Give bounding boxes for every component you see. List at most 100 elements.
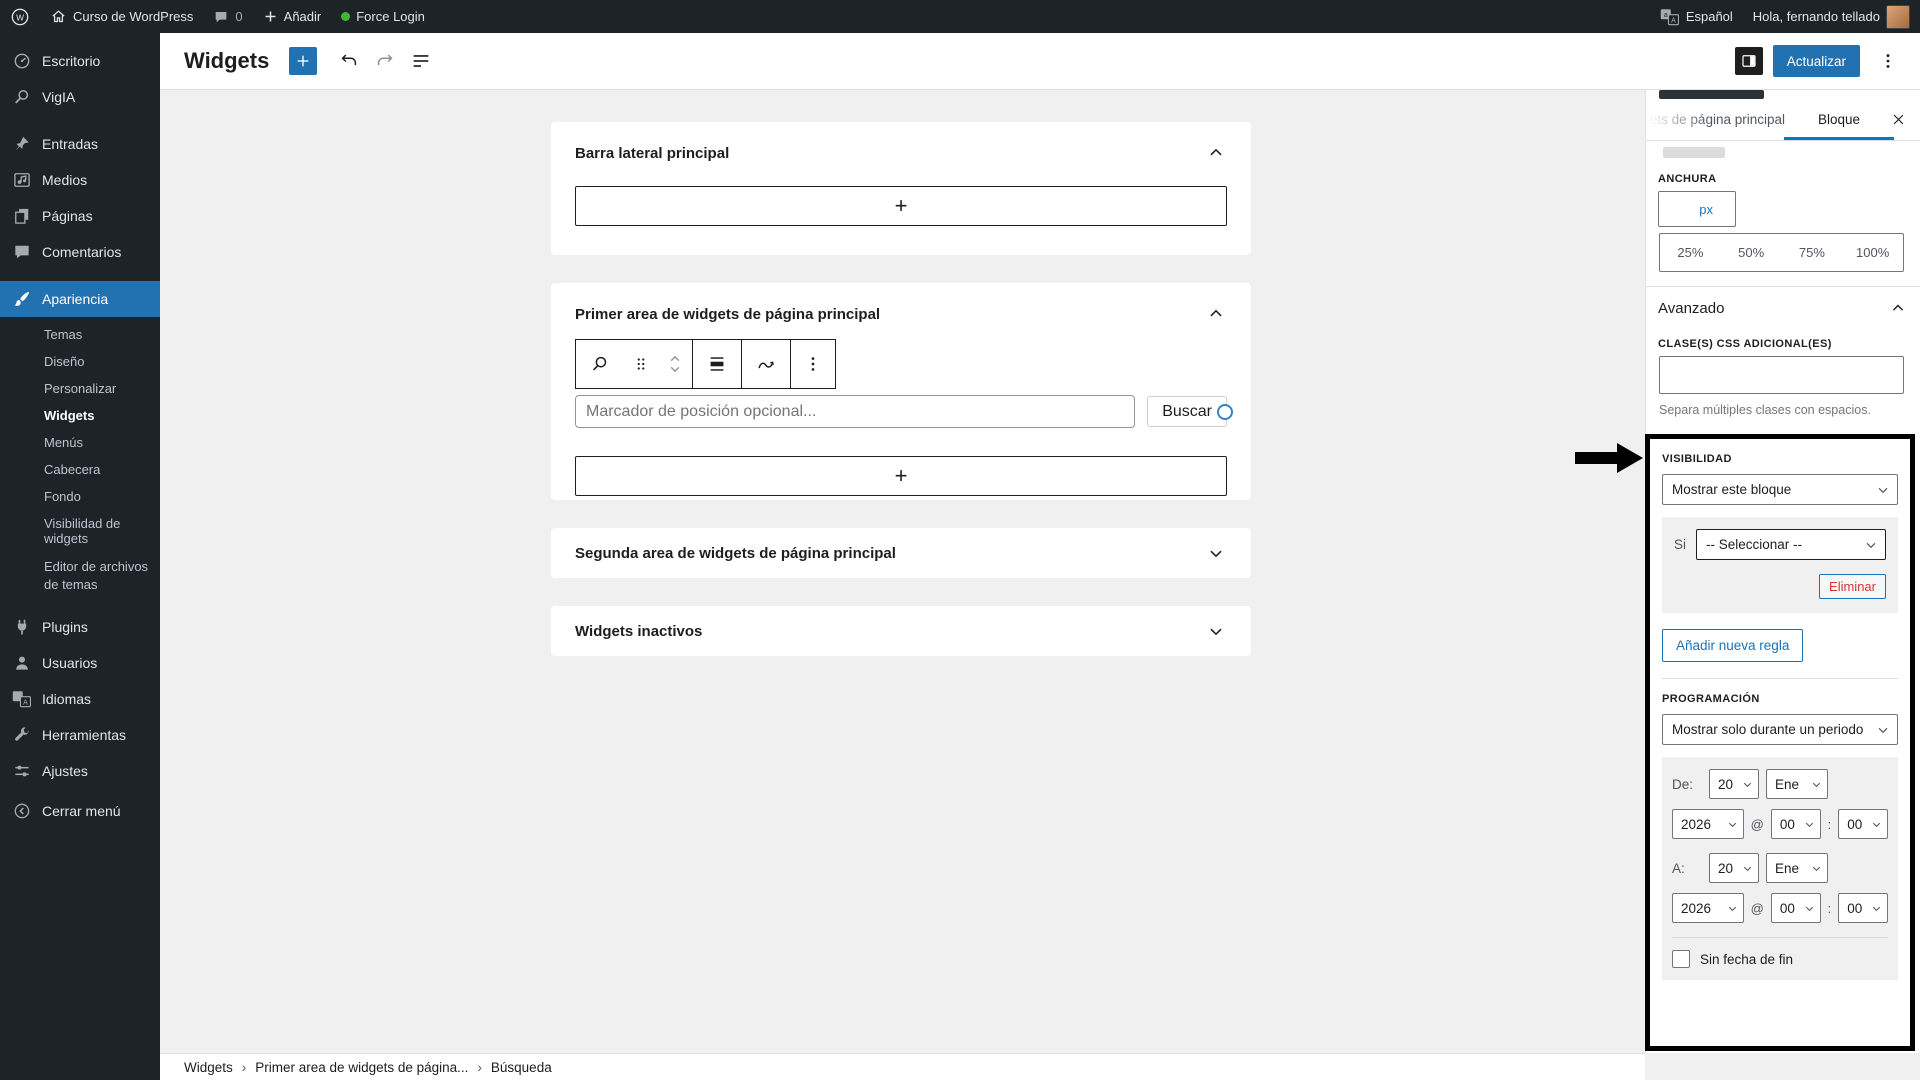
divider [1672,937,1888,938]
search-icon [589,353,611,375]
submenu-item-personalizar[interactable]: Personalizar [0,375,160,402]
to-day-select[interactable]: 20 [1709,853,1759,883]
from-month-select[interactable]: Ene [1766,769,1828,799]
tab-block[interactable]: Bloque [1784,112,1894,127]
my-account-menu[interactable]: Hola, fernando tellado [1743,0,1920,33]
css-classes-input[interactable] [1659,356,1904,394]
expand-area-button[interactable] [1205,620,1227,642]
to-year-select[interactable]: 2026 [1672,893,1744,923]
update-button[interactable]: Actualizar [1773,45,1860,77]
submenu-item-menus[interactable]: Menús [0,429,160,456]
plus-glyph: + [895,193,908,219]
submenu-item-editor-archivos[interactable]: Editor de archivos de temas [0,552,160,599]
sidebar-item-entradas[interactable]: Entradas [0,126,160,162]
breadcrumb-busqueda[interactable]: Búsqueda [491,1060,552,1075]
submenu-item-cabecera[interactable]: Cabecera [0,456,160,483]
svg-text:A: A [23,699,28,706]
block-appender[interactable]: + [575,456,1227,496]
align-icon [706,353,728,375]
wp-logo-menu[interactable]: W [0,0,40,33]
block-options-button[interactable] [791,340,835,388]
from-label: De: [1672,777,1702,792]
options-menu-button[interactable] [1870,43,1906,79]
width-100-button[interactable]: 100% [1842,234,1903,271]
widget-area-inactivos: Widgets inactivos [551,606,1251,656]
undo-button[interactable] [331,43,367,79]
sidebar-item-idiomas[interactable]: A Idiomas [0,681,160,717]
block-appender[interactable]: + [575,186,1227,226]
from-hour-select[interactable]: 00 [1771,809,1821,839]
condition-select[interactable]: -- Seleccionar -- [1696,529,1886,560]
comments-menu[interactable]: 0 [203,0,252,33]
breadcrumb-widgets[interactable]: Widgets [184,1060,233,1075]
width-unit-control[interactable]: px [1658,187,1736,227]
search-block-type-button[interactable] [576,340,624,388]
force-login-menu[interactable]: Force Login [331,0,435,33]
width-75-button[interactable]: 75% [1782,234,1843,271]
from-day-select[interactable]: 20 [1709,769,1759,799]
tab-widget-area[interactable]: gets de página principal [1648,112,1785,127]
sidebar-item-herramientas[interactable]: Herramientas [0,717,160,753]
language-switcher[interactable]: aA Español [1650,0,1743,33]
settings-panel-toggle[interactable] [1735,47,1763,75]
sidebar-item-paginas[interactable]: Páginas [0,198,160,234]
width-50-button[interactable]: 50% [1721,234,1782,271]
move-to-widget-area-button[interactable] [742,340,790,388]
close-panel-button[interactable] [1891,112,1906,127]
plus-glyph: + [895,463,908,489]
new-content-menu[interactable]: Añadir [253,0,332,33]
submenu-item-visibilidad-widgets[interactable]: Visibilidad de widgets [0,510,160,552]
visibility-highlight-box: VISIBILIDAD Mostrar este bloque Si -- Se… [1645,434,1915,1051]
sidebar-item-escritorio[interactable]: Escritorio [0,43,160,79]
schedule-mode-select[interactable]: Mostrar solo durante un periodo [1662,714,1898,745]
chevron-down-icon [1803,818,1816,831]
from-year-select[interactable]: 2026 [1672,809,1744,839]
width-presets: 25% 50% 75% 100% [1659,233,1904,272]
sidebar-item-medios[interactable]: Medios [0,162,160,198]
colon-symbol: : [1828,817,1832,832]
language-label: Español [1686,9,1733,24]
sidebar-item-ajustes[interactable]: Ajustes [0,753,160,789]
submenu-item-diseno[interactable]: Diseño [0,348,160,375]
drag-handle-icon [632,355,650,373]
from-minute-select[interactable]: 00 [1838,809,1888,839]
annotation-arrow-icon [1575,441,1645,475]
sidebar-item-usuarios[interactable]: Usuarios [0,645,160,681]
list-view-button[interactable] [403,43,439,79]
sidebar-item-apariencia[interactable]: Apariencia [0,281,160,317]
search-placeholder-input[interactable] [575,395,1135,428]
site-menu[interactable]: Curso de WordPress [40,0,203,33]
search-submit-button[interactable]: Buscar [1147,396,1227,427]
unit-label: px [1699,202,1713,217]
sidebar-item-vigia[interactable]: VigIA [0,79,160,115]
submenu-item-fondo[interactable]: Fondo [0,483,160,510]
resize-handle[interactable] [1217,404,1233,420]
sidebar-item-plugins[interactable]: Plugins [0,609,160,645]
chevron-down-icon [1741,778,1754,791]
align-button[interactable] [693,340,741,388]
block-inserter-button[interactable] [289,47,317,75]
width-25-button[interactable]: 25% [1660,234,1721,271]
advanced-panel-header[interactable]: Avanzado [1658,298,1908,318]
expand-area-button[interactable] [1205,542,1227,564]
remove-rule-button[interactable]: Eliminar [1819,574,1886,599]
block-mover[interactable] [658,340,692,388]
to-month-select[interactable]: Ene [1766,853,1828,883]
drag-handle[interactable] [624,340,658,388]
plus-icon [295,53,311,69]
sidebar-item-comentarios[interactable]: Comentarios [0,234,160,270]
sidebar-item-cerrar-menu[interactable]: Cerrar menú [0,793,160,829]
at-symbol: @ [1751,817,1764,832]
redo-button[interactable] [367,43,403,79]
to-hour-select[interactable]: 00 [1771,893,1821,923]
collapse-area-button[interactable] [1205,142,1227,164]
no-end-date-checkbox[interactable] [1672,950,1690,968]
submenu-item-widgets[interactable]: Widgets [0,402,160,429]
submenu-item-temas[interactable]: Temas [0,321,160,348]
add-rule-button[interactable]: Añadir nueva regla [1662,629,1803,662]
breadcrumb-area[interactable]: Primer area de widgets de página... [255,1060,468,1075]
comment-bubble-icon [213,9,229,25]
collapse-area-button[interactable] [1205,303,1227,325]
visibility-mode-select[interactable]: Mostrar este bloque [1662,474,1898,505]
to-minute-select[interactable]: 00 [1838,893,1888,923]
